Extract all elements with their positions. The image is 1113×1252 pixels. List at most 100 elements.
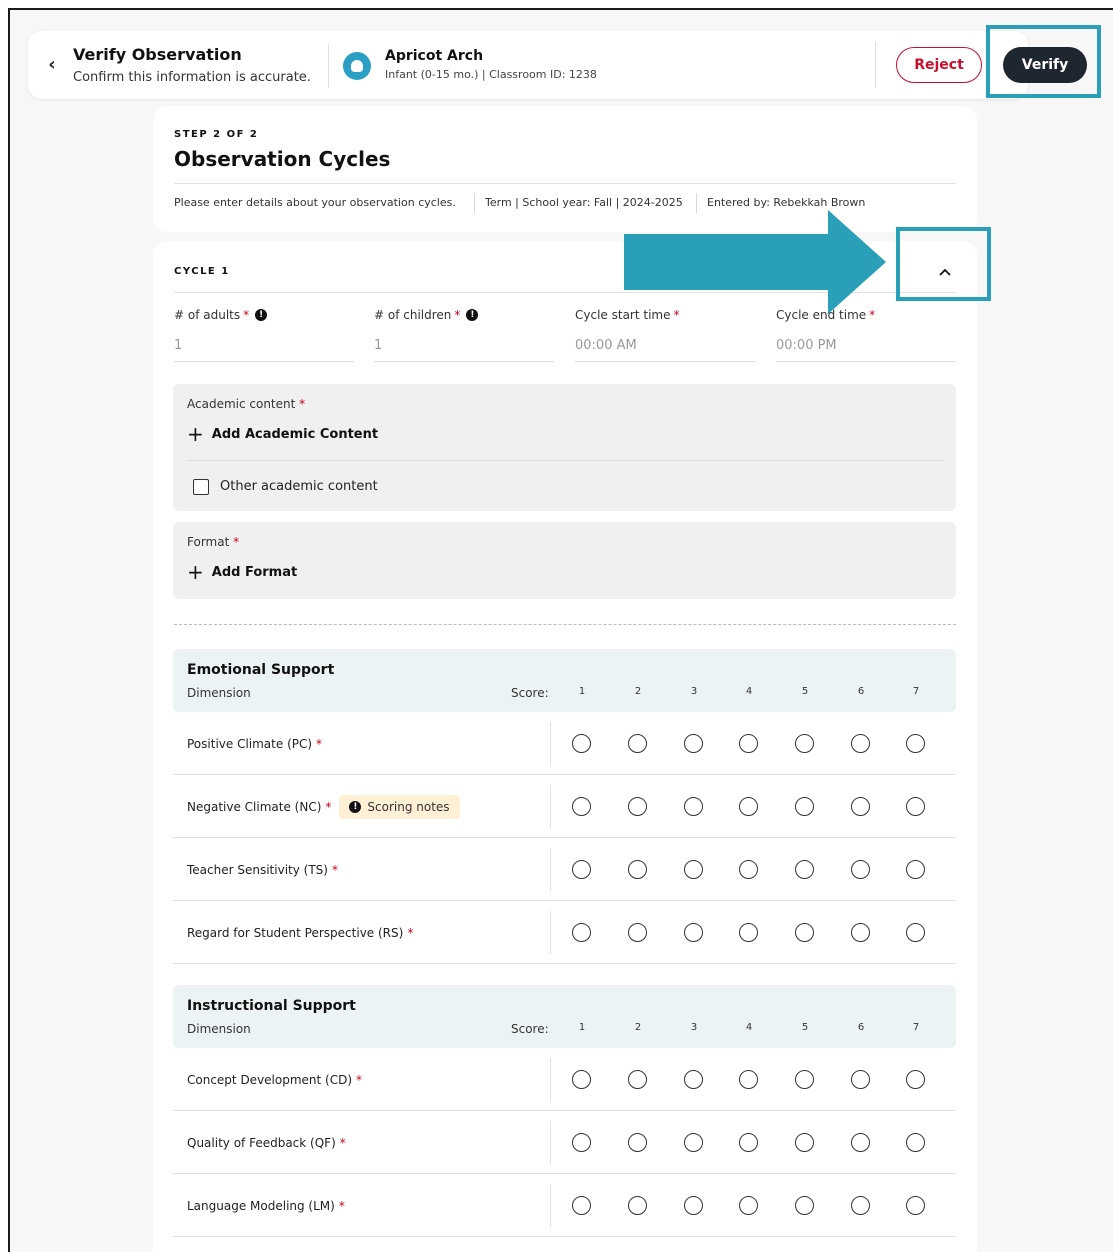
section-title: Instructional Support <box>187 998 356 1014</box>
page-header-title: Verify Observation <box>73 45 242 64</box>
score-radio-6[interactable] <box>851 860 870 879</box>
emotional-support-header: Emotional Support Dimension Score: 1 2 3… <box>173 649 956 712</box>
format-label: Format * <box>187 535 240 549</box>
scoring-notes-chip[interactable]: ! Scoring notes <box>339 794 460 819</box>
score-radio-7[interactable] <box>906 860 925 879</box>
reject-button[interactable]: Reject <box>896 47 982 83</box>
score-radio-4[interactable] <box>739 734 758 753</box>
classroom-name: Apricot Arch <box>385 48 484 64</box>
score-radio-4[interactable] <box>739 1196 758 1215</box>
children-field-label: # of children *! <box>374 308 479 322</box>
score-radio-2[interactable] <box>628 797 647 816</box>
score-number: 7 <box>912 686 920 697</box>
score-number: 1 <box>578 1022 586 1033</box>
annotation-arrow-icon <box>624 210 886 314</box>
academic-content-group: Academic content * + Add Academic Content… <box>173 384 956 511</box>
score-number: 4 <box>745 1022 753 1033</box>
score-radio-3[interactable] <box>684 1196 703 1215</box>
back-chevron-icon[interactable]: ‹ <box>44 54 60 75</box>
step-label: STEP 2 OF 2 <box>174 129 259 140</box>
row-divider <box>550 722 551 765</box>
score-radio-5[interactable] <box>795 734 814 753</box>
score-radio-5[interactable] <box>795 860 814 879</box>
score-radio-6[interactable] <box>851 797 870 816</box>
score-radio-2[interactable] <box>628 860 647 879</box>
score-radio-5[interactable] <box>795 1070 814 1089</box>
score-number: 2 <box>634 686 642 697</box>
score-radio-1[interactable] <box>572 923 591 942</box>
divider <box>174 183 956 184</box>
cycle-label: CYCLE 1 <box>174 266 230 277</box>
score-radio-3[interactable] <box>684 923 703 942</box>
score-radio-7[interactable] <box>906 1070 925 1089</box>
score-radio-2[interactable] <box>628 1196 647 1215</box>
add-academic-content-button[interactable]: + Add Academic Content <box>187 424 378 444</box>
info-icon[interactable]: ! <box>255 309 268 321</box>
score-radio-5[interactable] <box>795 797 814 816</box>
header-divider <box>875 42 876 88</box>
score-radio-4[interactable] <box>739 860 758 879</box>
score-radio-7[interactable] <box>906 1196 925 1215</box>
score-radio-4[interactable] <box>739 797 758 816</box>
classroom-avatar-icon <box>343 52 371 80</box>
other-academic-checkbox[interactable] <box>193 479 209 495</box>
score-radio-6[interactable] <box>851 1133 870 1152</box>
info-icon[interactable]: ! <box>466 309 479 321</box>
page-header-subtitle: Confirm this information is accurate. <box>73 70 311 85</box>
add-format-button[interactable]: + Add Format <box>187 562 297 582</box>
score-radio-3[interactable] <box>684 734 703 753</box>
score-radio-5[interactable] <box>795 1133 814 1152</box>
score-row-nc: Negative Climate (NC) * ! Scoring notes <box>173 775 956 838</box>
score-radio-3[interactable] <box>684 797 703 816</box>
score-number: 3 <box>690 686 698 697</box>
row-label: Negative Climate (NC) * ! Scoring notes <box>187 775 460 838</box>
score-radio-3[interactable] <box>684 1133 703 1152</box>
score-row-rs: Regard for Student Perspective (RS) * <box>173 901 956 964</box>
score-radio-7[interactable] <box>906 1133 925 1152</box>
score-number: 7 <box>912 1022 920 1033</box>
info-icon: ! <box>349 800 362 813</box>
score-radio-4[interactable] <box>739 923 758 942</box>
score-radio-5[interactable] <box>795 1196 814 1215</box>
end-time-input[interactable]: 00:00 PM <box>776 334 956 362</box>
other-academic-label: Other academic content <box>220 479 378 494</box>
divider <box>187 460 943 461</box>
score-radio-7[interactable] <box>906 923 925 942</box>
row-label: Positive Climate (PC) * <box>187 736 323 751</box>
score-radio-3[interactable] <box>684 860 703 879</box>
score-radio-6[interactable] <box>851 923 870 942</box>
adults-input[interactable]: 1 <box>174 334 354 362</box>
score-radio-1[interactable] <box>572 1196 591 1215</box>
score-radio-4[interactable] <box>739 1070 758 1089</box>
score-radio-4[interactable] <box>739 1133 758 1152</box>
score-radio-1[interactable] <box>572 734 591 753</box>
score-radio-6[interactable] <box>851 1070 870 1089</box>
score-radio-2[interactable] <box>628 1070 647 1089</box>
score-radio-6[interactable] <box>851 734 870 753</box>
score-row-cd: Concept Development (CD) * <box>173 1048 956 1111</box>
score-row-pc: Positive Climate (PC) * <box>173 712 956 775</box>
step-description: Please enter details about your observat… <box>174 196 456 209</box>
score-radio-7[interactable] <box>906 734 925 753</box>
score-number: 1 <box>578 686 586 697</box>
children-input[interactable]: 1 <box>374 334 554 362</box>
dimension-label: Dimension <box>187 686 251 700</box>
score-radio-1[interactable] <box>572 1133 591 1152</box>
score-row-lm: Language Modeling (LM) * <box>173 1174 956 1237</box>
row-label: Concept Development (CD) * <box>187 1072 363 1087</box>
score-radio-1[interactable] <box>572 797 591 816</box>
score-radio-2[interactable] <box>628 734 647 753</box>
score-label: Score: <box>511 1022 549 1036</box>
score-radio-5[interactable] <box>795 923 814 942</box>
row-divider <box>550 1184 551 1227</box>
score-radio-2[interactable] <box>628 923 647 942</box>
score-radio-2[interactable] <box>628 1133 647 1152</box>
score-radio-6[interactable] <box>851 1196 870 1215</box>
instructional-support-header: Instructional Support Dimension Score: 1… <box>173 985 956 1048</box>
score-number: 5 <box>801 1022 809 1033</box>
score-radio-3[interactable] <box>684 1070 703 1089</box>
score-radio-1[interactable] <box>572 1070 591 1089</box>
start-time-input[interactable]: 00:00 AM <box>575 334 756 362</box>
score-radio-7[interactable] <box>906 797 925 816</box>
score-radio-1[interactable] <box>572 860 591 879</box>
